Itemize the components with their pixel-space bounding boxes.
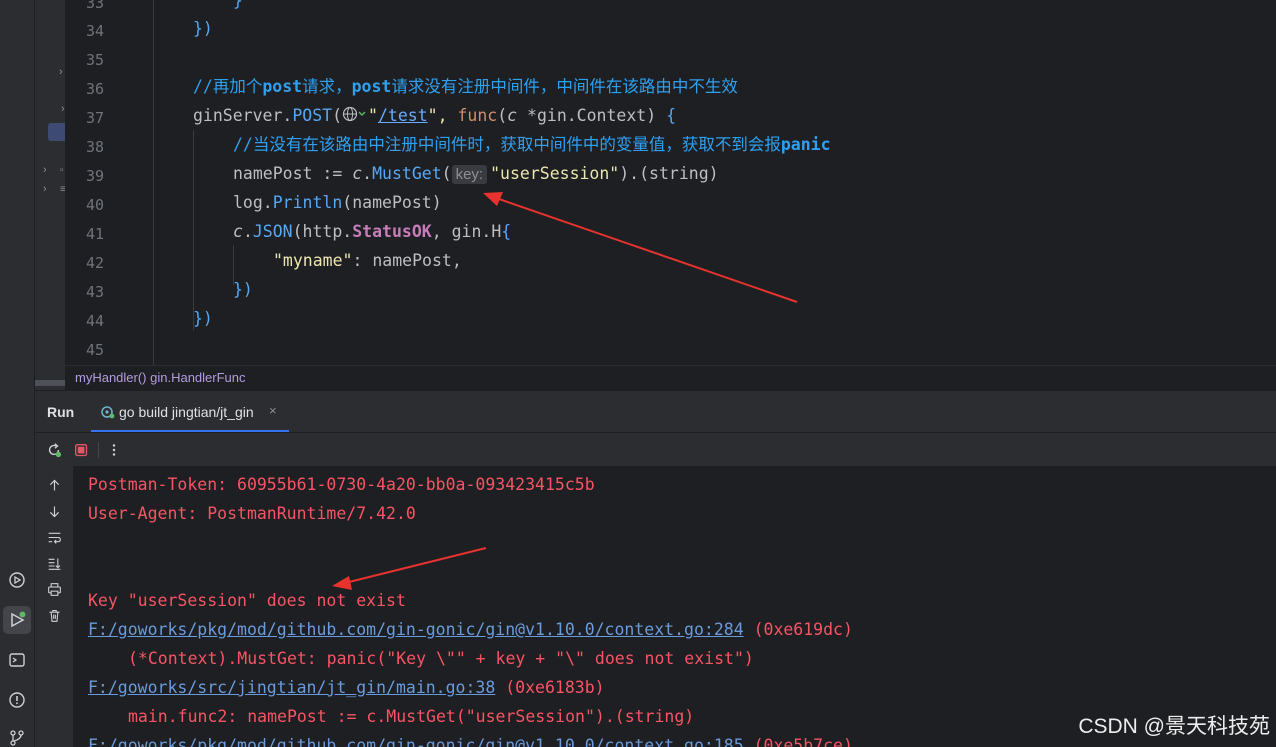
indent-guide <box>193 130 194 330</box>
code-line-41: c.JSON(http.StatusOK, gin.H{ <box>233 222 512 241</box>
go-build-icon <box>101 404 115 425</box>
code-editor[interactable]: 33 34 35 36 37 38 39 40 41 42 43 44 45 }… <box>65 0 1276 365</box>
console-stack-line: F:/goworks/src/jingtian/jt_gin/main.go:3… <box>88 678 605 697</box>
code-line-38: //当没有在该路由中注册中间件时，获取中间件中的变量值，获取不到会报panic <box>233 135 831 154</box>
scroll-up-icon[interactable] <box>45 476 63 494</box>
toolbar-separator <box>98 442 99 458</box>
stack-trace-link[interactable]: F:/goworks/pkg/mod/github.com/gin-gonic/… <box>88 736 744 747</box>
soft-wrap-icon[interactable] <box>45 528 63 546</box>
globe-icon[interactable] <box>342 106 368 128</box>
print-icon[interactable] <box>45 580 63 598</box>
watermark: CSDN @景天科技苑 <box>1078 715 1270 738</box>
line-number: 44 <box>85 312 104 330</box>
console-stack-line: F:/goworks/pkg/mod/github.com/gin-gonic/… <box>88 735 853 747</box>
code-line-44: }) <box>193 309 213 328</box>
code-line-37: ginServer.POST("/test", func(c *gin.Cont… <box>193 105 676 128</box>
line-number-gutter: 33 34 35 36 37 38 39 40 41 42 43 44 45 <box>65 0 149 365</box>
rerun-icon[interactable] <box>45 441 63 459</box>
code-line-42: "myname": namePost, <box>273 251 462 270</box>
run-toolbar <box>35 432 1276 466</box>
code-line-40: log.Println(namePost) <box>233 193 442 212</box>
console-line: Postman-Token: 60955b61-0730-4a20-bb0a-0… <box>88 475 595 494</box>
route-link[interactable]: /test <box>378 106 428 125</box>
tab-go-build[interactable]: go build jingtian/jt_gin × <box>91 391 289 433</box>
console-stack-line: F:/goworks/pkg/mod/github.com/gin-gonic/… <box>88 620 853 639</box>
more-icon[interactable] <box>105 441 123 459</box>
code-line-39: namePost := c.MustGet(key: "userSession")… <box>233 164 719 184</box>
line-number: 36 <box>85 80 104 98</box>
trash-icon[interactable] <box>45 606 63 624</box>
git-icon[interactable] <box>3 724 31 747</box>
line-number: 43 <box>85 283 104 301</box>
line-number: 40 <box>85 196 104 214</box>
stack-trace-link[interactable]: F:/goworks/pkg/mod/github.com/gin-gonic/… <box>88 620 744 639</box>
tool-window-strip <box>0 0 35 747</box>
breadcrumb-label[interactable]: myHandler() gin.HandlerFunc <box>75 370 246 385</box>
breadcrumb[interactable]: myHandler() gin.HandlerFunc <box>65 365 1276 390</box>
code-line-33: } <box>233 0 243 10</box>
console-line: Key "userSession" does not exist <box>88 591 406 610</box>
tab-label[interactable]: go build jingtian/jt_gin <box>119 404 254 420</box>
stop-icon[interactable] <box>72 441 90 459</box>
code-line-34: }) <box>193 19 213 38</box>
tree-chevron-icon[interactable]: › <box>43 183 47 195</box>
services-icon[interactable] <box>3 566 31 594</box>
terminal-icon[interactable] <box>3 646 31 674</box>
horizontal-scrollbar[interactable] <box>35 380 65 386</box>
indent-guide <box>153 0 154 365</box>
tree-selection <box>48 123 65 141</box>
line-number: 45 <box>85 341 104 359</box>
line-number: 33 <box>85 0 104 12</box>
line-number: 37 <box>85 109 104 127</box>
run-panel-title: Run <box>47 404 75 420</box>
line-number: 39 <box>85 167 104 185</box>
line-number: 35 <box>85 51 104 69</box>
line-number: 42 <box>85 254 104 272</box>
code-line-36: //再加个post请求，post请求没有注册中间件，中间件在该路由中不生效 <box>193 77 738 96</box>
parameter-hint: key: <box>451 165 488 184</box>
run-panel-header: Run go build jingtian/jt_gin × <box>35 390 1276 433</box>
line-number: 34 <box>85 22 104 40</box>
console-line: main.func2: namePost := c.MustGet("userS… <box>128 707 695 726</box>
close-icon[interactable]: × <box>269 403 277 418</box>
scroll-to-end-icon[interactable] <box>45 554 63 572</box>
stack-trace-link[interactable]: F:/goworks/src/jingtian/jt_gin/main.go:3… <box>88 678 495 697</box>
run-icon[interactable] <box>3 606 31 634</box>
tree-chevron-icon[interactable]: › <box>43 164 47 176</box>
console-line: User-Agent: PostmanRuntime/7.42.0 <box>88 504 416 523</box>
code-line-43: }) <box>233 280 253 299</box>
problems-icon[interactable] <box>3 686 31 714</box>
console-output[interactable]: Postman-Token: 60955b61-0730-4a20-bb0a-0… <box>73 466 1276 747</box>
console-line: (*Context).MustGet: panic("Key \"" + key… <box>128 649 754 668</box>
scroll-down-icon[interactable] <box>45 502 63 520</box>
line-number: 41 <box>85 225 104 243</box>
tree-chevron-icon[interactable]: › <box>59 66 63 78</box>
run-side-toolbar <box>35 466 73 747</box>
line-number: 38 <box>85 138 104 156</box>
tree-node-icon: ▫ <box>60 165 64 176</box>
project-panel-edge: › › › › ▫ ≡ <box>35 0 66 390</box>
